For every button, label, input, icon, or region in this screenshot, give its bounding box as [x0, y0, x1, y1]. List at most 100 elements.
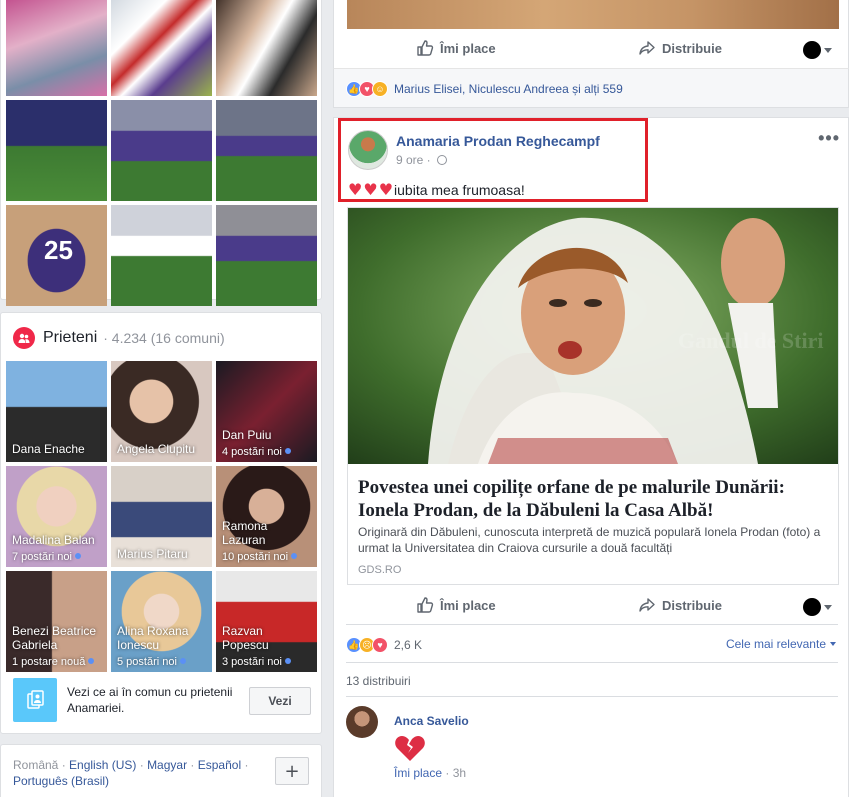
friends-icon — [13, 327, 35, 349]
friend-tile[interactable]: Alina Roxana Ionescu 5 postări noi — [111, 571, 212, 672]
shares-count[interactable]: 13 distribuiri — [346, 674, 411, 688]
friend-tile[interactable]: Dana Enache — [6, 361, 107, 462]
language-link[interactable]: Português (Brasil) — [13, 774, 109, 788]
friends-title[interactable]: Prieteni — [43, 329, 97, 347]
friend-tile[interactable]: Marius Pitaru — [111, 466, 212, 567]
photo-tile[interactable] — [6, 0, 107, 96]
heart-emoji-icon: ♥ — [348, 180, 363, 199]
like-button[interactable]: Îmi place — [416, 39, 496, 57]
broken-heart-icon — [394, 734, 426, 765]
friend-new-posts: 10 postări noi — [222, 551, 298, 563]
friend-name[interactable]: Dana Enache — [12, 442, 85, 456]
photo-tile[interactable] — [216, 205, 317, 306]
friends-in-common-cta: Vezi ce ai în comun cu prietenii Anamari… — [13, 677, 311, 723]
photo-tile[interactable] — [111, 205, 212, 306]
photo-caption: 25 — [44, 235, 73, 265]
profile-dot-icon — [803, 41, 821, 59]
share-arrow-icon — [639, 41, 655, 55]
add-language-button[interactable]: + — [275, 757, 309, 785]
chevron-down-icon — [824, 47, 832, 53]
commenter-avatar[interactable] — [346, 706, 378, 738]
new-post-dot-icon — [88, 658, 95, 664]
language-link[interactable]: Español — [198, 758, 241, 772]
friend-tile[interactable]: Benezi Beatrice Gabriela 1 postare nouă — [6, 571, 107, 672]
divider — [346, 696, 838, 697]
see-common-button[interactable]: Vezi — [249, 687, 311, 715]
photo-tile[interactable] — [111, 100, 212, 201]
love-reaction-icon: ♥ — [372, 637, 388, 653]
comment-time[interactable]: · 3h — [445, 766, 466, 780]
share-label: Distribuie — [662, 40, 722, 56]
thumbs-up-icon — [417, 40, 434, 56]
photo-tile[interactable] — [216, 0, 317, 96]
reactions-count[interactable]: 2,6 K — [394, 638, 422, 652]
friend-new-posts: 3 postări noi — [222, 656, 291, 668]
reactions-row[interactable]: 👍 ♥ ☺ Marius Elisei, Niculescu Andreea ș… — [346, 81, 623, 97]
post-card: Anamaria Prodan Reghecampf 9 ore · ••• ♥… — [333, 117, 849, 797]
thumbs-up-icon — [417, 597, 434, 613]
friend-tile[interactable]: Madalina Balan 7 postări noi — [6, 466, 107, 567]
language-link[interactable]: Magyar — [147, 758, 187, 772]
friends-card: Prieteni · 4.234 (16 comuni) Dana Enache… — [0, 312, 322, 734]
friend-name[interactable]: Ramona Lazuran — [222, 519, 292, 547]
friend-new-posts: 1 postare nouă — [12, 656, 95, 668]
photo-tile[interactable] — [6, 100, 107, 201]
friend-name[interactable]: Razvan Popescu — [222, 624, 282, 652]
friend-new-posts: 5 postări noi — [117, 656, 186, 668]
friend-name[interactable]: Marius Pitaru — [117, 547, 188, 561]
like-label: Îmi place — [440, 40, 496, 56]
previous-post-reactions: 👍 ♥ ☺ Marius Elisei, Niculescu Andreea ș… — [333, 68, 849, 108]
image-watermark: Gandul de Stiri — [678, 328, 823, 353]
friend-tile[interactable]: Angela Clupitu — [111, 361, 212, 462]
previous-post-actions: Îmi place Distribuie — [334, 31, 849, 67]
share-button[interactable]: Distribuie — [638, 596, 722, 614]
friend-tile[interactable]: Ramona Lazuran 10 postări noi — [216, 466, 317, 567]
link-domain: GDS.RO — [358, 564, 402, 576]
share-arrow-icon — [639, 598, 655, 612]
chevron-down-icon — [830, 642, 836, 646]
post-text: ♥ ♥ ♥ iubita mea frumoasa! — [348, 180, 525, 199]
link-preview-image[interactable]: Gandul de Stiri — [348, 208, 838, 464]
friend-name[interactable]: Dan Puiu — [222, 428, 271, 442]
link-description: Originară din Dăbuleni, cunoscuta interp… — [358, 525, 821, 555]
share-button[interactable]: Distribuie — [638, 39, 722, 57]
more-options-button[interactable]: ••• — [818, 128, 840, 149]
chevron-down-icon — [824, 604, 832, 610]
singer-photo: Gandul de Stiri — [348, 208, 838, 464]
heart-emoji-icon: ♥ — [378, 180, 394, 199]
previous-post-image[interactable] — [347, 0, 839, 29]
photo-tile[interactable]: 25 — [6, 205, 107, 306]
author-avatar[interactable] — [348, 130, 388, 170]
friend-name[interactable]: Madalina Balan — [12, 533, 95, 547]
commenter-name[interactable]: Anca Savelio — [394, 714, 469, 728]
friend-new-posts-text: 4 postări noi — [222, 446, 282, 458]
reactions-summary[interactable]: 👍 ☹ ♥ 2,6 K — [346, 637, 422, 653]
audience-selector[interactable] — [803, 41, 832, 59]
current-language: Română — [13, 758, 59, 772]
friend-name[interactable]: Alina Roxana Ionescu — [117, 624, 207, 652]
friend-name[interactable]: Benezi Beatrice Gabriela — [12, 624, 107, 652]
friend-new-posts-text: 1 postare nouă — [12, 656, 86, 668]
profile-dot-icon — [803, 598, 821, 616]
new-post-dot-icon — [179, 658, 186, 664]
like-button[interactable]: Îmi place — [416, 596, 496, 614]
comment-sort-dropdown[interactable]: Cele mai relevante — [726, 637, 836, 651]
friend-tile[interactable]: Dan Puiu 4 postări noi — [216, 361, 317, 462]
audience-selector[interactable] — [803, 598, 832, 616]
photos-card: 25 — [0, 0, 322, 306]
friends-header[interactable]: Prieteni · 4.234 (16 comuni) — [13, 327, 225, 349]
reactions-names[interactable]: Marius Elisei, Niculescu Andreea și alți… — [394, 82, 623, 96]
friend-tile[interactable]: Razvan Popescu 3 postări noi — [216, 571, 317, 672]
post-meta: 9 ore · — [396, 153, 447, 167]
photo-tile[interactable] — [111, 0, 212, 96]
link-title[interactable]: Povestea unei copilițe orfane de pe malu… — [358, 476, 828, 522]
photo-tile[interactable] — [216, 100, 317, 201]
comment-like-link[interactable]: Îmi place — [394, 766, 442, 780]
link-preview[interactable]: Gandul de Stiri Povestea unei copilițe o… — [347, 207, 839, 585]
post-author[interactable]: Anamaria Prodan Reghecampf — [396, 133, 600, 149]
friend-new-posts-text: 3 postări noi — [222, 656, 282, 668]
friend-new-posts-text: 10 postări noi — [222, 551, 289, 563]
post-time[interactable]: 9 ore · — [396, 153, 431, 167]
language-link[interactable]: English (US) — [69, 758, 136, 772]
friend-name[interactable]: Angela Clupitu — [117, 442, 195, 456]
